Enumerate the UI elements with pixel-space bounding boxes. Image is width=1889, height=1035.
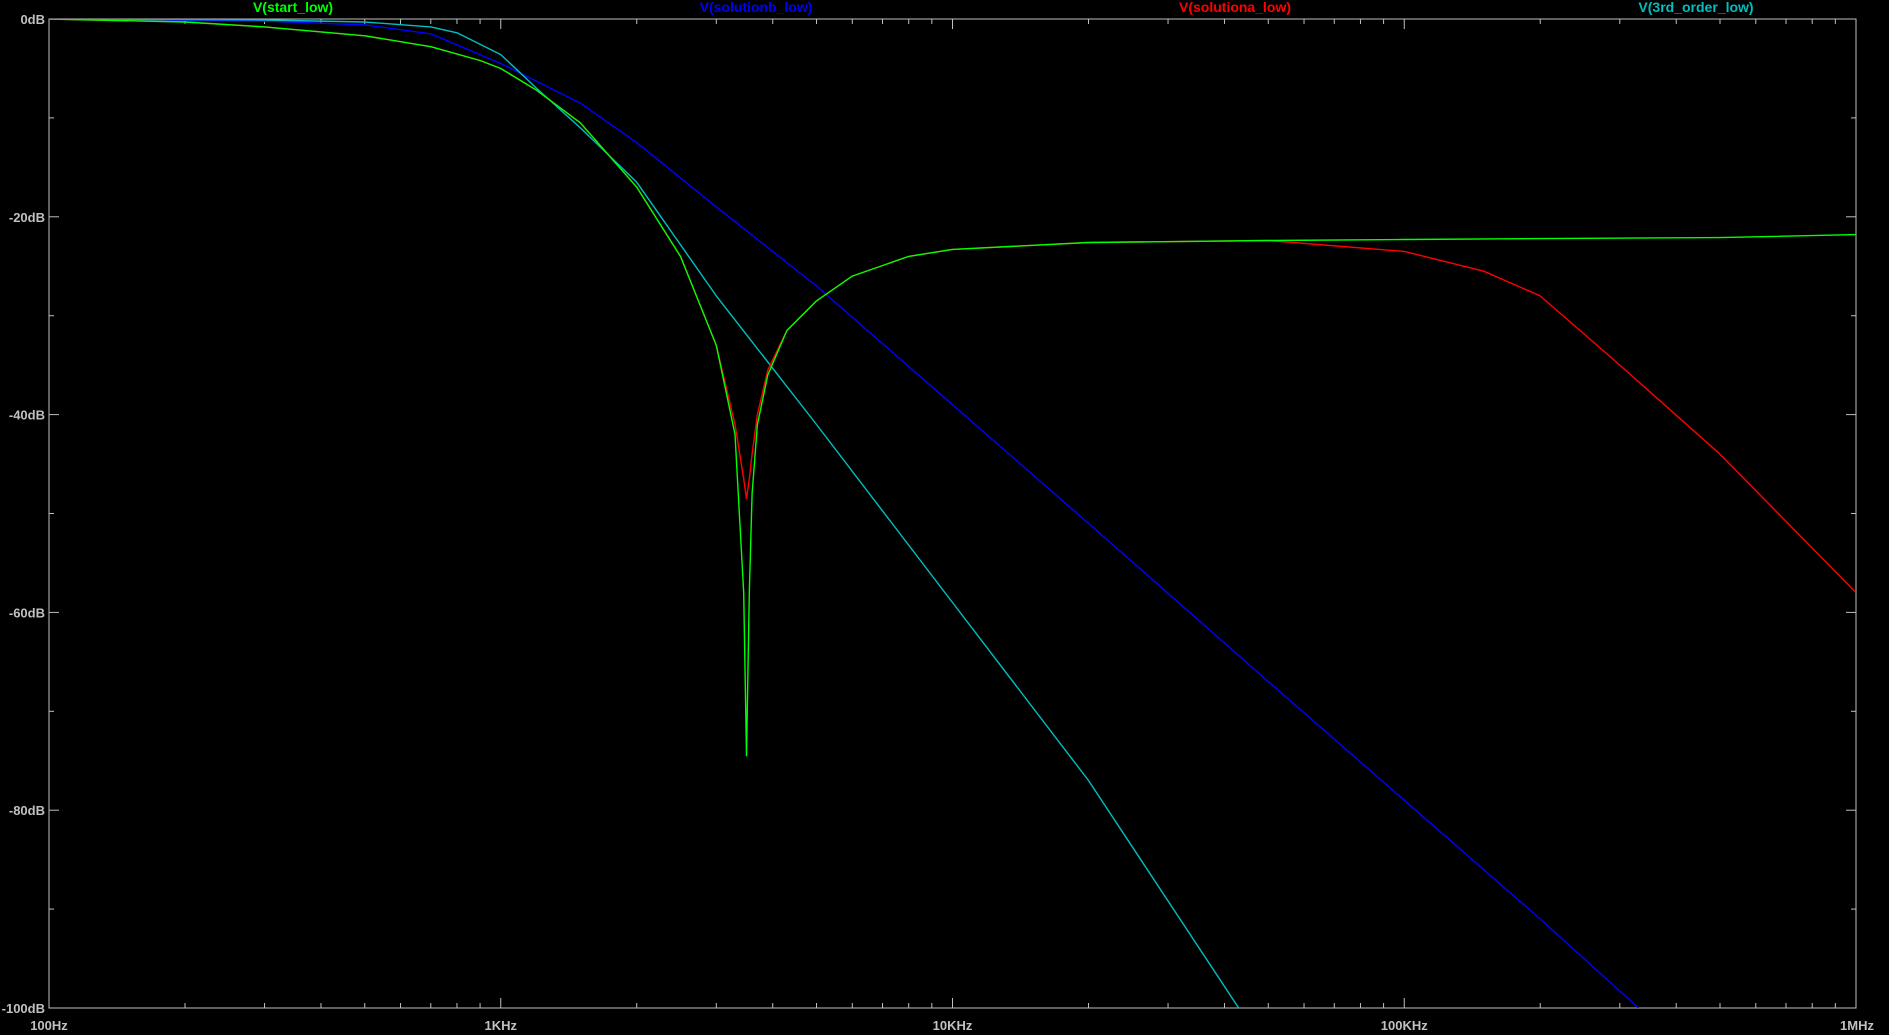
y-tick-label: 0dB: [20, 12, 45, 27]
bode-plot: 100Hz 1KHz 10KHz 100KHz 1MHz 0dB -20dB -40dB -60…: [0, 0, 1889, 1035]
y-tick-label: -40dB: [9, 408, 45, 423]
legend-entry[interactable]: V(solutiona_low): [1179, 0, 1291, 15]
y-tick-label: -100dB: [2, 1001, 45, 1016]
x-tick-label: 100KHz: [1381, 1018, 1428, 1033]
x-tick-label: 10KHz: [933, 1018, 973, 1033]
legend-entry[interactable]: V(start_low): [253, 0, 333, 15]
y-tick-label: -20dB: [9, 210, 45, 225]
plot-background: [0, 0, 1889, 1035]
x-tick-label: 1MHz: [1840, 1018, 1874, 1033]
y-tick-label: -80dB: [9, 803, 45, 818]
legend-entry[interactable]: V(solutionb_low): [700, 0, 813, 15]
legend-entry[interactable]: V(3rd_order_low): [1638, 0, 1753, 15]
x-tick-label: 100Hz: [30, 1018, 68, 1033]
x-tick-label: 1KHz: [484, 1018, 517, 1033]
y-tick-label: -60dB: [9, 605, 45, 620]
